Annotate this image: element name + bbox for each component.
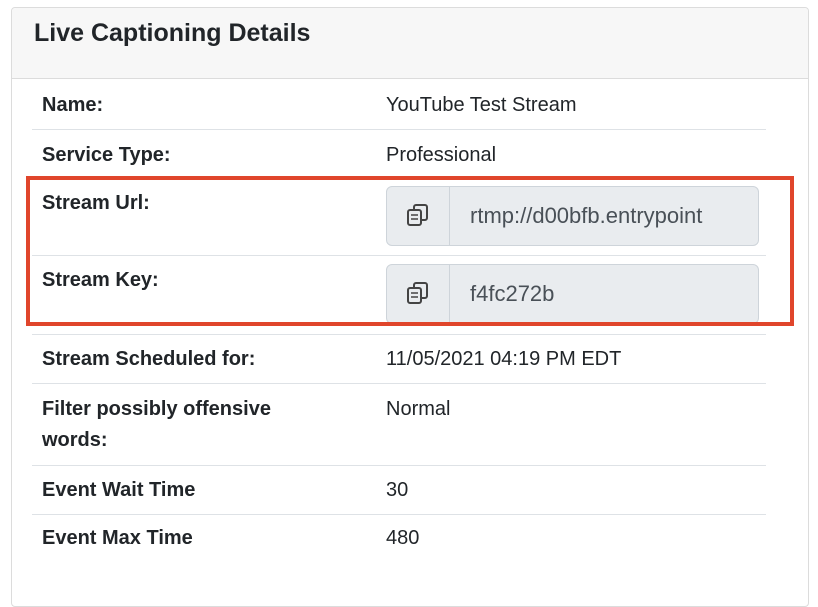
detail-row-filter: Filter possibly offensive words: Normal — [32, 383, 766, 466]
stream-url-group — [386, 186, 759, 246]
scheduled-label: Stream Scheduled for: — [42, 348, 256, 370]
stream-key-field[interactable] — [450, 264, 759, 324]
copy-icon — [407, 282, 428, 304]
scheduled-value: 11/05/2021 04:19 PM EDT — [386, 348, 622, 370]
service-type-label: Service Type: — [42, 144, 171, 166]
detail-row-stream-key: Stream Key: — [32, 255, 766, 335]
detail-row-stream-url: Stream Url: — [32, 178, 766, 256]
copy-stream-url-button[interactable] — [386, 186, 450, 246]
name-value: YouTube Test Stream — [386, 94, 577, 116]
panel-title: Live Captioning Details — [34, 19, 311, 47]
service-type-value: Professional — [386, 144, 497, 166]
copy-icon — [407, 204, 428, 226]
detail-row-name: Name: YouTube Test Stream — [32, 80, 766, 130]
copy-stream-key-button[interactable] — [386, 264, 450, 324]
max-time-value: 480 — [386, 527, 420, 549]
stream-key-group — [386, 264, 759, 324]
stream-url-label: Stream Url: — [42, 192, 150, 214]
stream-url-field[interactable] — [450, 186, 759, 246]
filter-value: Normal — [386, 398, 451, 420]
wait-time-label: Event Wait Time — [42, 479, 196, 501]
detail-row-wait-time: Event Wait Time 30 — [32, 465, 766, 515]
wait-time-value: 30 — [386, 479, 409, 501]
detail-row-max-time: Event Max Time 480 — [32, 514, 766, 570]
filter-label: Filter possibly offensive words: — [42, 398, 271, 451]
stream-key-label: Stream Key: — [42, 269, 159, 291]
detail-row-scheduled: Stream Scheduled for: 11/05/2021 04:19 P… — [32, 334, 766, 384]
name-label: Name: — [42, 94, 104, 116]
detail-row-service-type: Service Type: Professional — [32, 129, 766, 179]
max-time-label: Event Max Time — [42, 527, 193, 549]
